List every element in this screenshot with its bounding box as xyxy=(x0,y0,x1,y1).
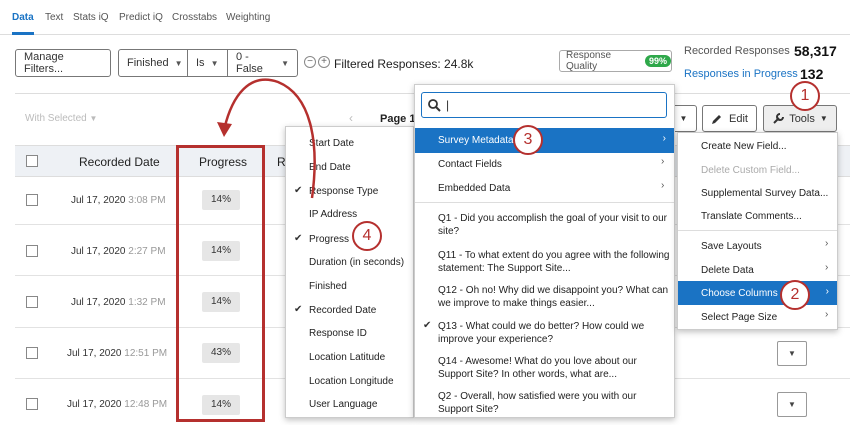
callout-badge-4: 4 xyxy=(352,221,382,251)
callout-badge-3: 3 xyxy=(513,125,543,155)
callout-badge-1: 1 xyxy=(790,81,820,111)
annotation-arrow xyxy=(217,78,316,199)
callout-badge-2: 2 xyxy=(780,280,810,310)
